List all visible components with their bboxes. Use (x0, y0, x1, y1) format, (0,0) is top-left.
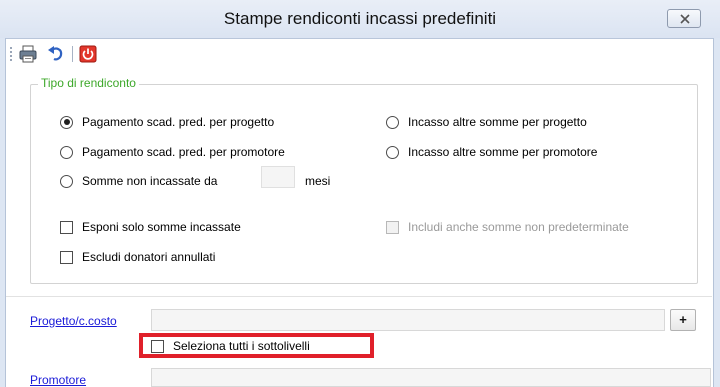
report-type-legend: Tipo di rendiconto (38, 76, 139, 90)
radio-option-incasso-promotore[interactable]: Incasso altre somme per promotore (386, 145, 597, 159)
radio-label: Pagamento scad. pred. per progetto (82, 115, 275, 129)
radio-option-incasso-progetto[interactable]: Incasso altre somme per progetto (386, 115, 587, 129)
radio-label: Pagamento scad. pred. per promotore (82, 145, 285, 159)
print-button[interactable] (18, 44, 38, 64)
highlight-box (139, 333, 374, 358)
section-divider (6, 296, 712, 297)
undo-icon (48, 46, 63, 61)
window-title: Stampe rendiconti incassi predefiniti (223, 9, 497, 28)
printer-icon (19, 45, 37, 63)
radio-button[interactable] (60, 115, 73, 129)
close-icon (680, 14, 690, 24)
radio-button[interactable] (60, 174, 73, 188)
undo-button[interactable] (46, 44, 66, 64)
close-button[interactable] (667, 9, 701, 28)
window-right-border (713, 38, 720, 387)
radio-label: Somme non incassate da (82, 174, 218, 188)
promotore-link[interactable]: Promotore (30, 373, 86, 387)
progetto-link[interactable]: Progetto/c.costo (30, 314, 117, 328)
checkbox[interactable] (60, 220, 73, 234)
title-bar: Stampe rendiconti incassi predefiniti (0, 0, 720, 39)
add-progetto-button[interactable]: + (670, 309, 696, 331)
radio-button[interactable] (386, 145, 399, 159)
checkbox-esponi-incassate[interactable]: Esponi solo somme incassate (60, 220, 241, 234)
checkbox (386, 220, 399, 234)
dialog-window: Stampe rendiconti incassi predefiniti Ti… (0, 0, 720, 387)
mesi-input[interactable] (261, 166, 295, 188)
radio-button[interactable] (386, 115, 399, 129)
toolbar-grip[interactable] (10, 47, 12, 61)
form-content: Tipo di rendiconto Pagamento scad. pred.… (6, 70, 712, 387)
radio-label: Incasso altre somme per progetto (408, 115, 587, 129)
checkbox[interactable] (60, 250, 73, 264)
radio-button[interactable] (60, 145, 73, 159)
exit-button[interactable] (78, 44, 98, 64)
radio-option-pagamento-promotore[interactable]: Pagamento scad. pred. per promotore (60, 145, 285, 159)
toolbar-separator (72, 46, 73, 62)
mesi-label: mesi (305, 174, 331, 188)
checkbox-includi-non-predeterminate: Includi anche somme non predeterminate (386, 220, 629, 234)
radio-option-pagamento-progetto[interactable]: Pagamento scad. pred. per progetto (60, 115, 274, 129)
radio-label: Incasso altre somme per promotore (408, 145, 598, 159)
checkbox-escludi-annullati[interactable]: Escludi donatori annullati (60, 250, 215, 264)
checkbox-label: Escludi donatori annullati (82, 250, 216, 264)
promotore-input[interactable] (151, 368, 711, 387)
progetto-input[interactable] (151, 309, 665, 331)
checkbox-label: Includi anche somme non predeterminate (408, 220, 629, 234)
toolbar (6, 39, 712, 69)
radio-option-somme-non-incassate[interactable]: Somme non incassate da (60, 174, 217, 188)
power-icon (79, 45, 97, 63)
checkbox-label: Esponi solo somme incassate (82, 220, 241, 234)
